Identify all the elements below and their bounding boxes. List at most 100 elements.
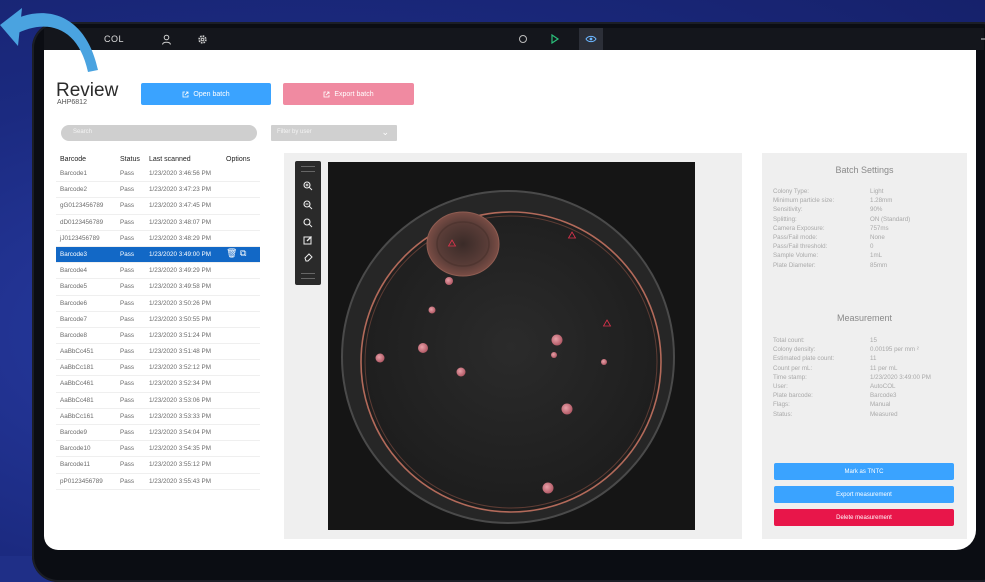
table-row[interactable]: AaBbCc451 Pass 1/23/2020 3:51:48 PM	[56, 344, 260, 361]
cell-last-scanned: 1/23/2020 3:53:33 PM	[149, 412, 211, 420]
export-batch-button[interactable]: Export batch	[283, 83, 414, 105]
filter-by-user-dropdown[interactable]: Filter by user ⌄	[271, 125, 397, 141]
cell-status: Pass	[120, 412, 134, 420]
search-input[interactable]: Search	[61, 125, 257, 141]
table-row[interactable]: Barcode4 Pass 1/23/2020 3:49:29 PM	[56, 263, 260, 280]
play-icon[interactable]	[546, 28, 564, 50]
table-row[interactable]: Barcode7 Pass 1/23/2020 3:50:55 PM	[56, 312, 260, 328]
cell-last-scanned: 1/23/2020 3:51:48 PM	[149, 348, 211, 356]
cell-barcode: Barcode3	[60, 250, 87, 258]
export-batch-label: Export batch	[334, 90, 374, 98]
detail-value: 11	[870, 355, 877, 363]
table-row[interactable]: Barcode5 Pass 1/23/2020 3:49:58 PM	[56, 279, 260, 296]
table-row[interactable]: pP0123456789 Pass 1/23/2020 3:55:43 PM	[56, 474, 260, 490]
detail-key: Pass/Fail mode:	[773, 234, 818, 241]
eraser-icon[interactable]	[295, 252, 321, 265]
table-row[interactable]: Barcode11 Pass 1/23/2020 3:55:12 PM	[56, 457, 260, 474]
table-row[interactable]: AaBbCc181 Pass 1/23/2020 3:52:12 PM	[56, 360, 260, 377]
detail-row: Status: Measured	[773, 411, 963, 420]
cell-last-scanned: 1/23/2020 3:55:43 PM	[149, 477, 211, 485]
table-row[interactable]: gG0123456789 Pass 1/23/2020 3:47:45 PM	[56, 198, 260, 215]
external-link-icon	[323, 91, 330, 97]
cell-barcode: AaBbCc451	[60, 348, 94, 356]
eye-icon[interactable]	[579, 28, 603, 50]
cell-barcode: AaBbCc481	[60, 396, 94, 404]
batch-id: AHP6812	[57, 99, 87, 106]
external-link-icon	[182, 91, 189, 97]
minimize-icon[interactable]	[976, 28, 985, 50]
delete-measurement-button[interactable]: Delete measurement	[774, 509, 954, 526]
cell-barcode: pP0123456789	[60, 477, 103, 485]
detail-key: Plate Diameter:	[773, 261, 816, 269]
cell-barcode: jJ0123456789	[60, 234, 100, 242]
drag-handle[interactable]	[301, 166, 315, 172]
mark-as-tntc-button[interactable]: Mark as TNTC	[774, 463, 954, 480]
edit-icon[interactable]	[295, 235, 321, 248]
detail-value: 1.28mm	[870, 197, 893, 205]
cell-barcode: Barcode4	[60, 267, 87, 275]
detail-value: Light	[870, 188, 884, 195]
detail-key: Splitting:	[773, 215, 797, 223]
detail-row: Pass/Fail mode: None	[773, 234, 963, 243]
detail-row: Plate barcode: Barcode3	[773, 392, 963, 401]
table-row[interactable]: Barcode8 Pass 1/23/2020 3:51:24 PM	[56, 328, 260, 345]
user-icon[interactable]	[156, 28, 176, 50]
table-row[interactable]: dD0123456789 Pass 1/23/2020 3:48:07 PM	[56, 215, 260, 231]
cell-barcode: Barcode2	[60, 186, 87, 194]
table-row[interactable]: AaBbCc461 Pass 1/23/2020 3:52:34 PM	[56, 376, 260, 393]
col-status: Status	[120, 156, 140, 163]
table-row[interactable]: Barcode3 Pass 1/23/2020 3:49:00 PM 🗑 ⧉	[56, 246, 260, 264]
detail-key: Colony Type:	[773, 188, 810, 195]
delete-icon[interactable]: 🗑	[226, 248, 237, 258]
cell-last-scanned: 1/23/2020 3:48:29 PM	[149, 234, 211, 242]
cell-status: Pass	[120, 429, 134, 436]
zoom-in-icon[interactable]	[295, 181, 321, 194]
detail-value: 0.00195 per mm ²	[870, 346, 919, 354]
table-row[interactable]: Barcode10 Pass 1/23/2020 3:54:35 PM	[56, 441, 260, 458]
table-row[interactable]: AaBbCc161 Pass 1/23/2020 3:53:33 PM	[56, 409, 260, 425]
detail-key: Colony density:	[773, 346, 816, 354]
detail-value: 85mm	[870, 261, 888, 269]
table-row[interactable]: Barcode1 Pass 1/23/2020 3:46:56 PM	[56, 166, 260, 183]
detail-row: Splitting: ON (Standard)	[773, 216, 963, 225]
cell-status: Pass	[120, 250, 134, 258]
zoom-out-icon[interactable]	[295, 200, 321, 213]
drag-handle[interactable]	[301, 273, 315, 279]
zoom-reset-icon[interactable]	[295, 218, 321, 231]
col-last-scanned: Last scanned	[149, 156, 191, 163]
table-row[interactable]: jJ0123456789 Pass 1/23/2020 3:48:29 PM	[56, 231, 260, 247]
detail-key: Minimum particle size:	[773, 197, 835, 205]
cell-last-scanned: 1/23/2020 3:49:29 PM	[149, 267, 211, 275]
detail-value: 15	[870, 337, 877, 344]
detail-key: Plate barcode:	[773, 392, 813, 400]
circle-icon[interactable]	[514, 28, 532, 50]
export-measurement-button[interactable]: Export measurement	[774, 486, 954, 503]
cell-status: Pass	[120, 348, 134, 356]
cell-barcode: AaBbCc461	[60, 380, 94, 388]
cell-barcode: Barcode11	[60, 461, 90, 469]
cell-barcode: Barcode8	[60, 331, 87, 339]
detail-key: Time stamp:	[773, 373, 807, 381]
barcode-table: Barcode Status Last scanned Options Barc…	[56, 152, 260, 490]
search-placeholder: Search	[73, 129, 93, 135]
detail-row: Count per mL: 11 per mL	[773, 365, 963, 374]
cell-barcode: gG0123456789	[60, 202, 104, 210]
cell-status: Pass	[120, 477, 134, 485]
open-batch-button[interactable]: Open batch	[141, 83, 271, 105]
table-row[interactable]: Barcode6 Pass 1/23/2020 3:50:26 PM	[56, 296, 260, 312]
col-barcode: Barcode	[60, 156, 87, 163]
back-arrow-icon[interactable]	[0, 0, 110, 100]
cell-barcode: Barcode10	[60, 445, 91, 453]
table-row[interactable]: Barcode9 Pass 1/23/2020 3:54:04 PM	[56, 425, 260, 442]
table-row[interactable]: AaBbCc481 Pass 1/23/2020 3:53:06 PM	[56, 393, 260, 409]
detail-value: 0	[870, 243, 874, 251]
cell-barcode: dD0123456789	[60, 218, 104, 226]
external-link-icon[interactable]: ⧉	[240, 248, 246, 258]
gear-icon[interactable]	[192, 28, 212, 50]
detail-value: Barcode3	[870, 392, 897, 400]
detail-key: Camera Exposure:	[773, 224, 825, 232]
cell-status: Pass	[120, 315, 134, 323]
cell-last-scanned: 1/23/2020 3:47:23 PM	[149, 186, 211, 194]
detail-row: Time stamp: 1/23/2020 3:49:00 PM	[773, 374, 963, 383]
table-row[interactable]: Barcode2 Pass 1/23/2020 3:47:23 PM	[56, 182, 260, 199]
